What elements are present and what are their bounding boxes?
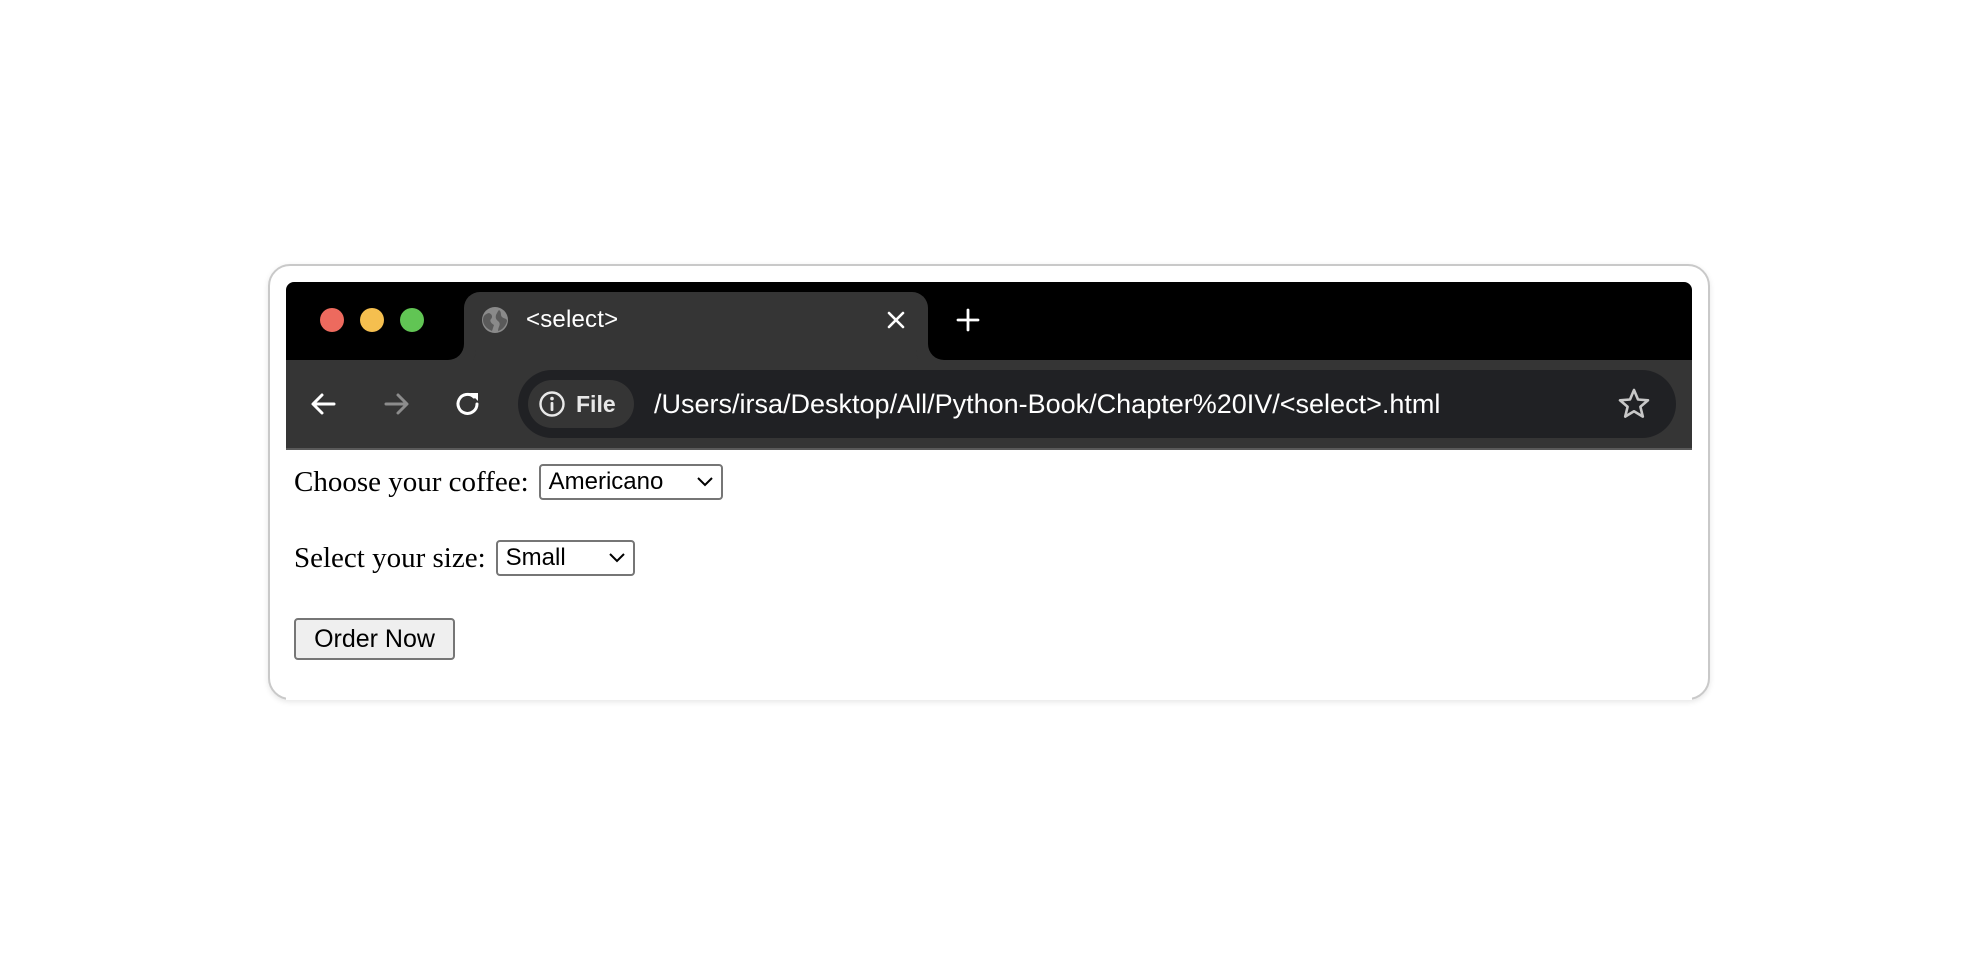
close-icon[interactable] <box>882 306 910 334</box>
window-close-button[interactable] <box>320 308 344 332</box>
tab-title: <select> <box>526 306 619 333</box>
info-icon <box>539 391 565 417</box>
coffee-label: Choose your coffee: <box>294 466 529 498</box>
chip-label: File <box>576 391 616 417</box>
reload-icon[interactable] <box>448 384 488 424</box>
size-select[interactable]: Small <box>495 540 635 576</box>
site-info-chip[interactable]: File <box>528 380 634 428</box>
chevron-down-icon <box>696 477 713 487</box>
coffee-row: Choose your coffee: Americano <box>294 464 723 500</box>
tab-strip: <select> <box>286 282 1692 360</box>
globe-icon <box>482 307 508 333</box>
size-label: Select your size: <box>294 542 486 574</box>
arrow-left-icon[interactable] <box>304 384 344 424</box>
tab-active[interactable]: <select> <box>464 292 928 360</box>
address-bar[interactable]: File /Users/irsa/Desktop/All/Python-Book… <box>518 370 1676 438</box>
window-maximize-button[interactable] <box>400 308 424 332</box>
coffee-select[interactable]: Americano <box>538 464 723 500</box>
page-content: Choose your coffee: Americano Select you… <box>286 450 1692 700</box>
size-select-value: Small <box>505 544 566 571</box>
browser-window: <select> File /Users/irsa/Desktop/All/Py… <box>286 282 1692 702</box>
browser-toolbar: File /Users/irsa/Desktop/All/Python-Book… <box>286 360 1692 450</box>
chevron-down-icon <box>608 553 625 563</box>
order-now-button[interactable]: Order Now <box>294 618 455 660</box>
star-icon[interactable] <box>1616 386 1652 422</box>
size-row: Select your size: Small <box>294 540 635 576</box>
window-minimize-button[interactable] <box>360 308 384 332</box>
arrow-right-icon[interactable] <box>376 384 416 424</box>
coffee-select-value: Americano <box>548 468 664 495</box>
plus-icon[interactable] <box>952 304 984 336</box>
url-text[interactable]: /Users/irsa/Desktop/All/Python-Book/Chap… <box>654 386 1440 422</box>
